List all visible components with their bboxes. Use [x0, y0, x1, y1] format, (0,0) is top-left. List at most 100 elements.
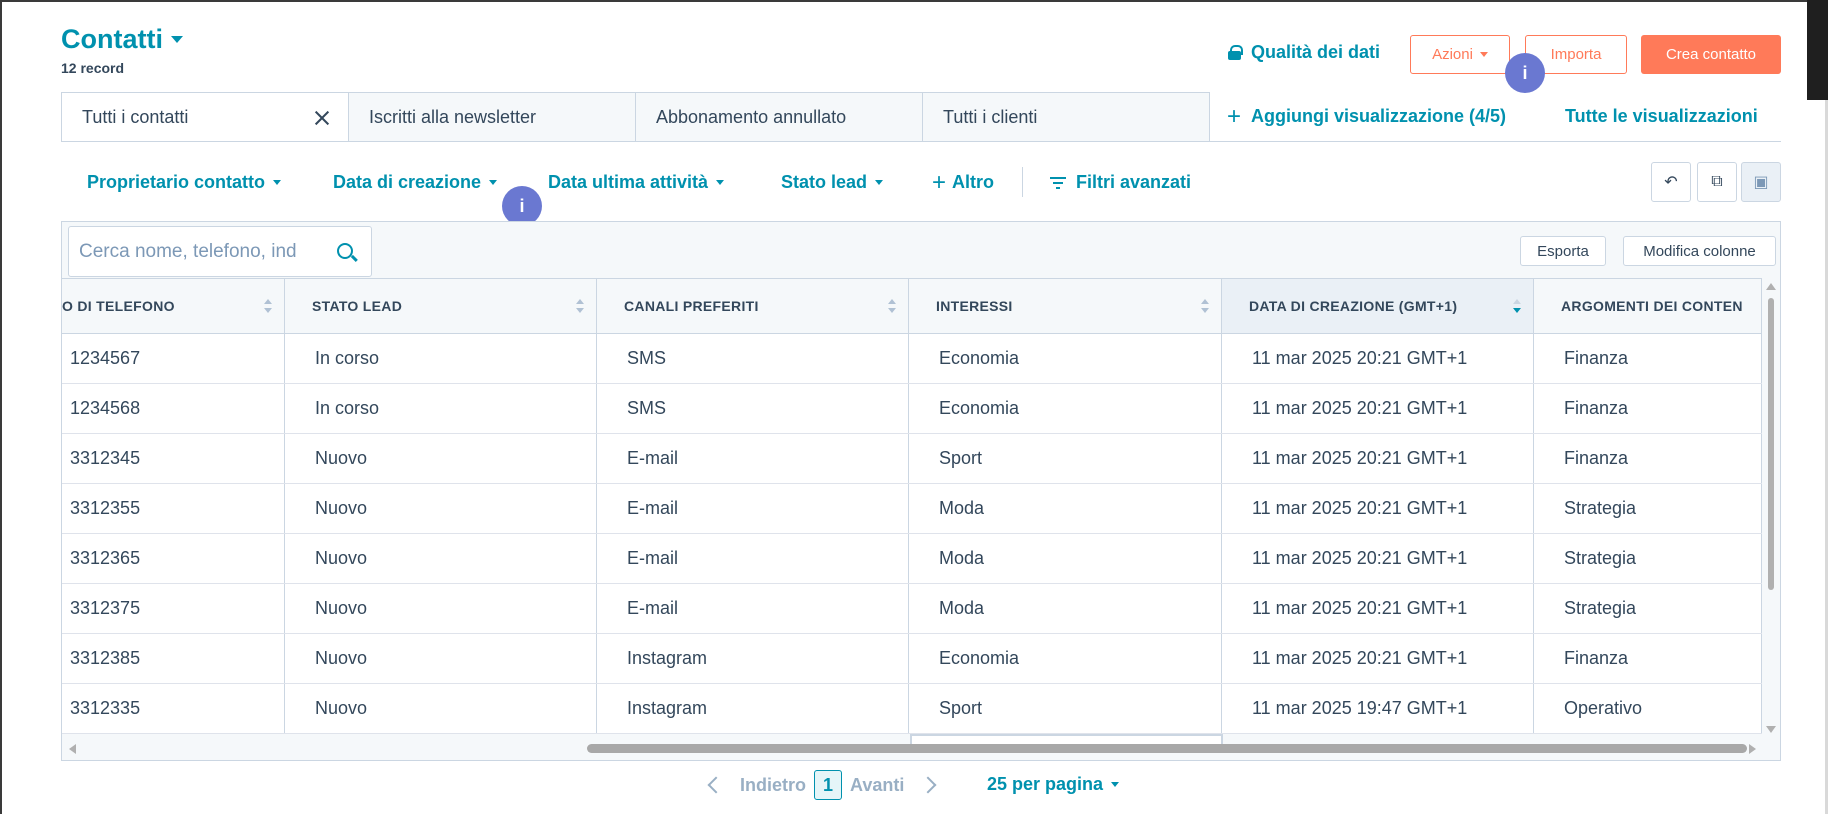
cell-preferred-channels: SMS — [597, 384, 909, 433]
cell-content-topics: Strategia — [1534, 584, 1762, 633]
previous-page-button[interactable]: Indietro — [740, 775, 806, 796]
table-row[interactable]: 3312385 Nuovo Instagram Economia 11 mar … — [62, 634, 1762, 684]
tab-all-customers[interactable]: Tutti i clienti — [922, 92, 1210, 142]
tab-subscription-cancelled[interactable]: Abbonamento annullato — [635, 92, 923, 142]
filter-label: Data di creazione — [333, 172, 482, 192]
filter-last-activity-date[interactable]: Data ultima attività — [548, 172, 725, 193]
scroll-down-arrow-icon[interactable] — [1766, 726, 1776, 733]
chevron-down-icon — [489, 180, 498, 185]
column-header-label: O DI TELEFONO — [62, 298, 175, 314]
table-row[interactable]: 3312375 Nuovo E-mail Moda 11 mar 2025 20… — [62, 584, 1762, 634]
search-input[interactable]: Cerca nome, telefono, ind — [68, 226, 372, 277]
close-icon[interactable] — [314, 110, 330, 126]
chevron-left-icon[interactable] — [707, 776, 725, 794]
edit-columns-button[interactable]: Modifica colonne — [1623, 236, 1776, 266]
more-filters-label: Altro — [952, 172, 995, 192]
next-page-button[interactable]: Avanti — [850, 775, 904, 796]
sort-icon[interactable] — [264, 299, 272, 315]
plus-icon: + — [1227, 102, 1242, 130]
search-placeholder: Cerca nome, telefono, ind — [79, 240, 297, 262]
actions-button[interactable]: Azioni — [1410, 35, 1510, 74]
filter-icon — [1050, 176, 1066, 189]
column-header-label: DATA DI CREAZIONE (GMT+1) — [1249, 298, 1458, 314]
tab-label: Tutti i contatti — [82, 106, 189, 127]
column-header-content-topics[interactable]: ARGOMENTI DEI CONTEN — [1534, 279, 1762, 333]
add-view-label: Aggiungi visualizzazione (4/5) — [1251, 106, 1507, 126]
search-icon[interactable] — [337, 243, 353, 259]
cell-lead-status: In corso — [285, 384, 597, 433]
cell-content-topics: Finanza — [1534, 634, 1762, 683]
table-row[interactable]: 3312345 Nuovo E-mail Sport 11 mar 2025 2… — [62, 434, 1762, 484]
filter-label: Stato lead — [781, 172, 868, 192]
column-header-label: INTERESSI — [936, 298, 1013, 314]
data-quality-label: Qualità dei dati — [1251, 42, 1381, 62]
advanced-filters-button[interactable]: Filtri avanzati — [1050, 172, 1191, 193]
undo-button[interactable]: ↶ — [1651, 162, 1691, 202]
create-contact-label: Crea contatto — [1665, 46, 1757, 63]
column-header-label: STATO LEAD — [312, 298, 403, 314]
vertical-scrollbar[interactable] — [1768, 298, 1774, 590]
window-right-dark-strip — [1807, 0, 1828, 100]
cell-interests: Sport — [909, 684, 1222, 733]
cell-preferred-channels: E-mail — [597, 584, 909, 633]
sort-icon[interactable] — [576, 299, 584, 315]
save-view-button[interactable]: ▣ — [1741, 162, 1781, 202]
clone-view-button[interactable]: ⧉ — [1697, 162, 1737, 202]
all-views-link[interactable]: Tutte le visualizzazioni — [1565, 106, 1758, 127]
cell-lead-status: Nuovo — [285, 534, 597, 583]
data-quality-link[interactable]: Qualità dei dati — [1228, 42, 1380, 63]
cell-preferred-channels: E-mail — [597, 534, 909, 583]
table-row[interactable]: 3312335 Nuovo Instagram Sport 11 mar 202… — [62, 684, 1762, 734]
sort-desc-icon[interactable] — [1513, 299, 1521, 315]
page-title-dropdown[interactable]: Contatti — [61, 24, 183, 55]
cell-phone: 3312385 — [62, 634, 285, 683]
per-page-dropdown[interactable]: 25 per pagina — [987, 774, 1120, 795]
actions-label: Azioni — [1432, 46, 1473, 63]
tab-newsletter-subscribers[interactable]: Iscritti alla newsletter — [348, 92, 636, 142]
current-page-number[interactable]: 1 — [814, 770, 842, 800]
cell-creation-date: 11 mar 2025 20:21 GMT+1 — [1222, 334, 1534, 383]
column-header-creation-date[interactable]: DATA DI CREAZIONE (GMT+1) — [1222, 279, 1534, 333]
create-contact-button[interactable]: Crea contatto — [1641, 35, 1781, 74]
scroll-right-arrow-icon[interactable] — [1749, 744, 1756, 754]
info-badge-icon[interactable]: i — [1505, 53, 1545, 93]
cell-content-topics: Strategia — [1534, 534, 1762, 583]
tab-all-contacts[interactable]: Tutti i contatti — [61, 92, 349, 142]
partial-row-cell — [910, 734, 1223, 744]
table-row[interactable]: 3312355 Nuovo E-mail Moda 11 mar 2025 20… — [62, 484, 1762, 534]
column-header-label: CANALI PREFERITI — [624, 298, 759, 314]
horizontal-scrollbar[interactable] — [587, 744, 1747, 753]
cell-preferred-channels: Instagram — [597, 634, 909, 683]
plus-icon: + — [932, 168, 947, 196]
window-left-edge — [0, 0, 2, 814]
column-header-preferred-channels[interactable]: CANALI PREFERITI — [597, 279, 909, 333]
export-button[interactable]: Esporta — [1520, 236, 1606, 266]
advanced-filters-label: Filtri avanzati — [1076, 172, 1192, 192]
lock-icon — [1228, 45, 1243, 60]
column-header-phone[interactable]: O DI TELEFONO — [62, 279, 285, 333]
column-header-lead-status[interactable]: STATO LEAD — [285, 279, 597, 333]
cell-preferred-channels: E-mail — [597, 484, 909, 533]
chevron-down-icon — [1111, 782, 1120, 787]
chevron-right-icon[interactable] — [919, 776, 937, 794]
import-label: Importa — [1550, 46, 1602, 63]
more-filters-button[interactable]: + Altro — [932, 168, 995, 196]
info-badge-icon[interactable]: i — [502, 186, 542, 226]
filter-contact-owner[interactable]: Proprietario contatto — [87, 172, 282, 193]
table-row[interactable]: 3312365 Nuovo E-mail Moda 11 mar 2025 20… — [62, 534, 1762, 584]
table-row[interactable]: 1234568 In corso SMS Economia 11 mar 202… — [62, 384, 1762, 434]
page-title: Contatti — [61, 24, 163, 54]
scroll-up-arrow-icon[interactable] — [1766, 283, 1776, 290]
filter-creation-date[interactable]: Data di creazione — [333, 172, 498, 193]
cell-interests: Moda — [909, 484, 1222, 533]
cell-content-topics: Strategia — [1534, 484, 1762, 533]
cell-phone: 1234567 — [62, 334, 285, 383]
scroll-left-arrow-icon[interactable] — [69, 744, 76, 754]
sort-icon[interactable] — [888, 299, 896, 315]
column-header-interests[interactable]: INTERESSI — [909, 279, 1222, 333]
table-row[interactable]: 1234567 In corso SMS Economia 11 mar 202… — [62, 334, 1762, 384]
cell-preferred-channels: SMS — [597, 334, 909, 383]
sort-icon[interactable] — [1201, 299, 1209, 315]
filter-lead-status[interactable]: Stato lead — [781, 172, 884, 193]
add-view-button[interactable]: + Aggiungi visualizzazione (4/5) — [1227, 102, 1507, 130]
